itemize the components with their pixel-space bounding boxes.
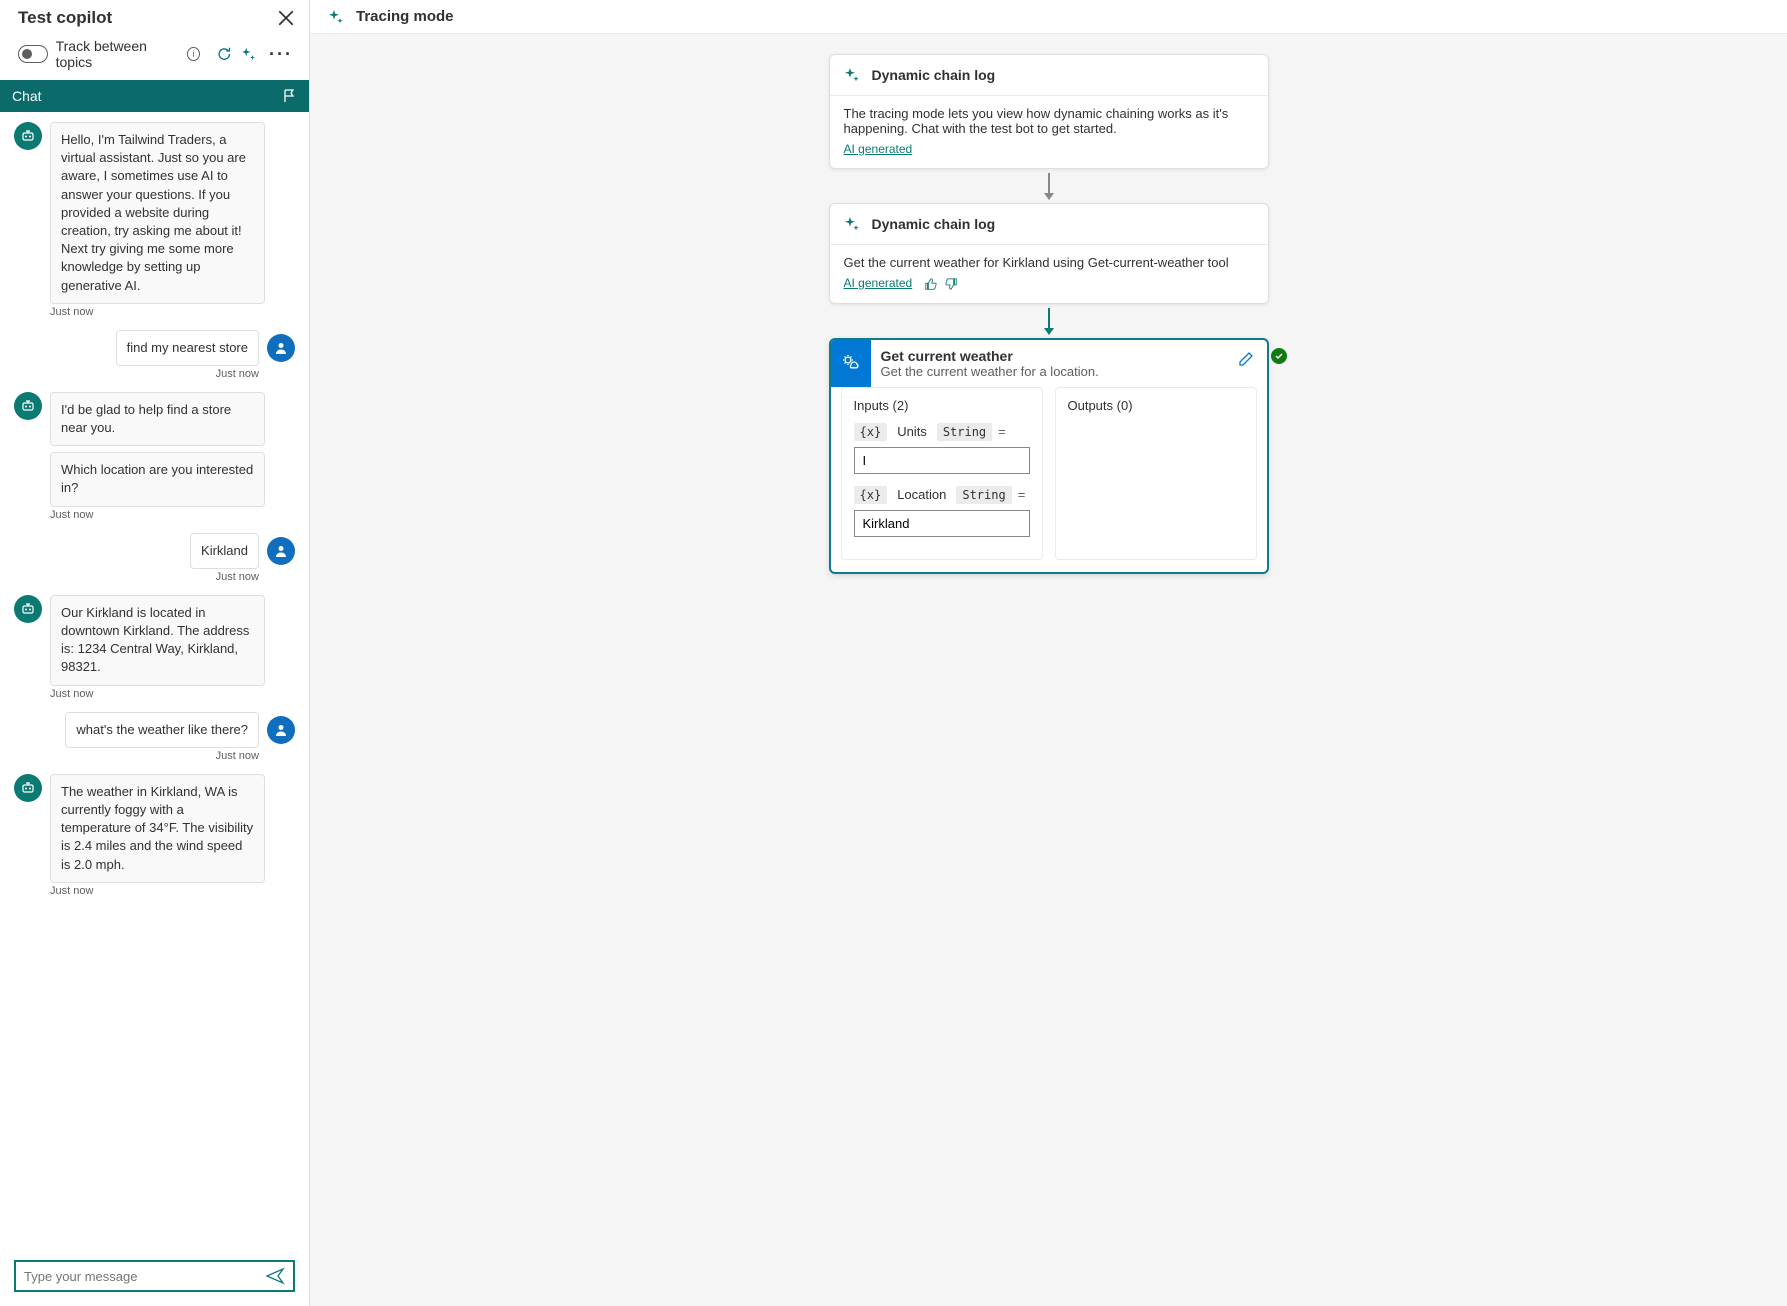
message-row: I'd be glad to help find a store near yo… [14,392,295,507]
test-copilot-panel: Test copilot Track between topics i ··· … [0,0,310,1306]
outputs-col: Outputs (0) [1055,387,1257,560]
bot-avatar [14,774,42,802]
user-avatar [267,334,295,362]
variable-badge: {x} [854,423,888,441]
check-icon [1274,351,1284,361]
inputs-title: Inputs (2) [854,398,1030,413]
card-text: The tracing mode lets you view how dynam… [844,106,1254,136]
chain-log-card[interactable]: Dynamic chain log Get the current weathe… [829,203,1269,304]
message-row: Hello, I'm Tailwind Traders, a virtual a… [14,122,295,304]
bot-message: Our Kirkland is located in downtown Kirk… [50,595,265,686]
flag-icon[interactable] [281,88,297,104]
user-avatar [267,716,295,744]
io-grid: Inputs (2) {x}UnitsString={x}LocationStr… [831,387,1267,572]
timestamp: Just now [50,688,295,700]
action-head: Get current weather Get the current weat… [831,340,1267,387]
bot-message: The weather in Kirkland, WA is currently… [50,774,265,883]
message-row: find my nearest store [14,330,295,366]
bot-avatar [14,122,42,150]
send-icon[interactable] [265,1266,285,1286]
bot-avatar [14,392,42,420]
ai-generated-link[interactable]: AI generated [844,276,913,290]
param-value-input[interactable] [854,510,1030,537]
message-input[interactable] [24,1269,265,1284]
bot-message: I'd be glad to help find a store near yo… [50,392,265,446]
timestamp: Just now [14,750,259,762]
right-header: Tracing mode [310,0,1787,34]
arrow-connector [1048,308,1050,334]
message-row: Kirkland [14,533,295,569]
edit-icon[interactable] [1237,350,1255,368]
track-topics-label: Track between topics [56,38,177,70]
param-units: {x}Units String = [854,423,1030,474]
card-head: Dynamic chain log [830,55,1268,96]
timestamp: Just now [14,571,259,583]
chat-input-row [14,1260,295,1292]
left-header: Test copilot [0,0,309,32]
card-title: Dynamic chain log [872,67,996,83]
action-title: Get current weather [881,348,1227,364]
bot-message: Which location are you interested in? [50,452,265,506]
bot-avatar [14,595,42,623]
card-text: Get the current weather for Kirkland usi… [844,255,1254,270]
weather-icon [841,353,861,373]
user-message: find my nearest store [116,330,259,366]
card-body: Get the current weather for Kirkland usi… [830,245,1268,303]
param-value-input[interactable] [854,447,1030,474]
equals-sign: = [996,424,1008,439]
chat-body[interactable]: Hello, I'm Tailwind Traders, a virtual a… [0,112,309,1252]
message-row: Our Kirkland is located in downtown Kirk… [14,595,295,686]
inputs-col: Inputs (2) {x}UnitsString={x}LocationStr… [841,387,1043,560]
left-toolbar: Track between topics i ··· [0,32,309,80]
user-message: Kirkland [190,533,259,569]
user-avatar [267,537,295,565]
param-name: Units [891,424,933,439]
more-icon[interactable]: ··· [265,47,297,61]
track-topics-toggle[interactable] [18,45,48,63]
arrow-connector [1048,173,1050,199]
success-badge [1271,348,1287,364]
thumbs-down-icon[interactable] [944,277,958,291]
timestamp: Just now [50,509,295,521]
panel-title: Test copilot [18,8,112,28]
timestamp: Just now [50,306,295,318]
action-subtitle: Get the current weather for a location. [881,364,1227,379]
timestamp: Just now [14,368,259,380]
action-card-weather[interactable]: Get current weather Get the current weat… [829,338,1269,574]
param-name: Location [891,487,952,502]
user-message: what's the weather like there? [65,712,259,748]
param-type: String [937,423,992,441]
sparkle-icon [844,216,860,232]
outputs-title: Outputs (0) [1068,398,1244,413]
action-icon-box [831,340,871,387]
info-icon[interactable]: i [187,47,200,61]
chat-tab: Chat [0,80,309,112]
refresh-icon[interactable] [216,45,233,63]
bot-message: Hello, I'm Tailwind Traders, a virtual a… [50,122,265,304]
close-icon[interactable] [277,9,295,27]
param-type: String [956,486,1011,504]
sparkle-icon [844,67,860,83]
sparkle-icon [328,9,344,25]
variable-badge: {x} [854,486,888,504]
message-row: The weather in Kirkland, WA is currently… [14,774,295,883]
card-title: Dynamic chain log [872,216,996,232]
card-head: Dynamic chain log [830,204,1268,245]
canvas[interactable]: Dynamic chain log The tracing mode lets … [310,34,1787,1306]
param-location: {x}Location String = [854,486,1030,537]
right-header-title: Tracing mode [356,8,454,25]
chat-tab-label: Chat [12,88,42,104]
message-row: what's the weather like there? [14,712,295,748]
card-body: The tracing mode lets you view how dynam… [830,96,1268,168]
tracing-panel: Tracing mode Dynamic chain log The traci… [310,0,1787,1306]
sparkle-icon[interactable] [240,45,257,63]
chain-log-card[interactable]: Dynamic chain log The tracing mode lets … [829,54,1269,169]
ai-generated-link[interactable]: AI generated [844,142,913,156]
thumbs-up-icon[interactable] [924,277,938,291]
equals-sign: = [1016,487,1028,502]
timestamp: Just now [50,885,295,897]
